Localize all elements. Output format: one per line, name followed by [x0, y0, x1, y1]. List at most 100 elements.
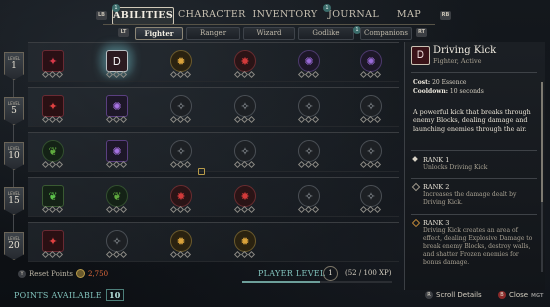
- level-tag-1: LEVEL 1: [4, 52, 24, 80]
- skill-node[interactable]: ✧: [356, 95, 384, 124]
- divider: [411, 178, 537, 179]
- tab-character[interactable]: CHARACTER: [178, 7, 245, 23]
- scroll-details-button[interactable]: R Scroll Details: [425, 291, 482, 299]
- skill-node[interactable]: ✸: [230, 50, 258, 79]
- skill-row-1: [28, 42, 399, 82]
- cost-label: Cost:: [413, 79, 431, 86]
- double-axe-icon: ✧: [360, 95, 382, 117]
- skill-node[interactable]: ✧: [166, 95, 194, 124]
- skill-node[interactable]: ✧: [294, 140, 322, 169]
- rb-button-hint[interactable]: RB: [440, 11, 451, 20]
- skill-node[interactable]: ✺: [102, 95, 130, 124]
- skill-node[interactable]: ✧: [294, 185, 322, 214]
- skill-node[interactable]: ✺: [356, 50, 384, 79]
- lb-button-hint[interactable]: LB: [96, 11, 107, 20]
- skill-node[interactable]: ✧: [230, 140, 258, 169]
- skill-row-4: [28, 177, 399, 217]
- ring-icon: ✧: [106, 230, 128, 252]
- watermark-logo: MGT: [531, 293, 544, 299]
- skill-node[interactable]: ❦: [38, 140, 66, 169]
- skill-node[interactable]: ✦: [38, 95, 66, 124]
- xp-text: (52 / 100 XP): [345, 269, 392, 277]
- figure-icon: ✺: [106, 95, 128, 117]
- skill-subtitle: Fighter, Active: [433, 57, 482, 65]
- subtab-fighter[interactable]: Fighter: [135, 27, 183, 40]
- rank-1: RANK 1 Unlocks Driving Kick: [411, 156, 537, 172]
- scroll-details-label: Scroll Details: [436, 291, 482, 299]
- skill-node[interactable]: ❦: [38, 185, 66, 214]
- rank-text: Increases the damage dealt by Driving Ki…: [423, 191, 517, 206]
- fist-grey-icon: ✧: [234, 140, 256, 162]
- strike-icon: ❦: [106, 185, 128, 207]
- rank-title: RANK 2: [423, 183, 450, 191]
- skill-node[interactable]: ✧: [294, 95, 322, 124]
- rank-2: RANK 2 Increases the damage dealt by Dri…: [411, 182, 537, 207]
- rank-text: Unlocks Driving Kick: [423, 164, 488, 171]
- level-value: 5: [11, 106, 17, 116]
- abilities-badge: 1: [112, 4, 120, 12]
- skill-node[interactable]: ✧: [102, 230, 130, 259]
- skill-node[interactable]: ✺: [294, 50, 322, 79]
- xp-bar: [242, 281, 392, 283]
- daggers-icon: ✧: [360, 140, 382, 162]
- essence-icon: [75, 269, 85, 278]
- detail-scrollbar[interactable]: [541, 82, 543, 272]
- kick-icon: Ꭰ: [106, 50, 128, 72]
- right-stick-icon: R: [425, 291, 433, 299]
- skill-detail-panel: Ꭰ Driving Kick Fighter, Active Cost: 20 …: [404, 42, 545, 290]
- subtab-ranger[interactable]: Ranger: [186, 27, 240, 40]
- level-value: 15: [8, 196, 20, 206]
- skill-node[interactable]: ❦: [102, 185, 130, 214]
- skill-node[interactable]: ✸: [230, 185, 258, 214]
- tab-journal[interactable]: JOURNAL: [328, 7, 379, 23]
- cooldown-label: Cooldown:: [413, 88, 448, 95]
- vine-icon: ❦: [42, 140, 64, 162]
- skill-node[interactable]: ✧: [356, 140, 384, 169]
- close-button[interactable]: B Close: [498, 291, 528, 299]
- cost-value: 20 Essence: [432, 79, 467, 86]
- skill-row-3: [28, 132, 399, 172]
- subtab-companions[interactable]: Companions: [360, 27, 412, 40]
- tab-map[interactable]: MAP: [392, 7, 426, 23]
- rank-text: Driving Kick creates an area of effect, …: [423, 227, 533, 266]
- skill-node-driving-kick[interactable]: Ꭰ: [102, 50, 130, 79]
- divider: [411, 214, 537, 215]
- skill-description: A powerful kick that breaks through enem…: [413, 108, 531, 133]
- lock-icon: [198, 168, 205, 175]
- level-value: 20: [8, 241, 20, 251]
- skill-row-5: [28, 222, 399, 262]
- close-label: Close: [509, 291, 529, 299]
- reset-points[interactable]: Y Reset Points 2,750: [18, 269, 108, 278]
- tab-inventory[interactable]: INVENTORY: [252, 7, 318, 23]
- skill-node[interactable]: ✺: [102, 140, 130, 169]
- aura-icon: ✹: [234, 230, 256, 252]
- skill-node[interactable]: ✧: [356, 185, 384, 214]
- scrollbar-thumb[interactable]: [541, 82, 543, 202]
- arcane-icon: ✺: [298, 50, 320, 72]
- skill-node[interactable]: ✸: [166, 185, 194, 214]
- subtab-wizard[interactable]: Wizard: [243, 27, 295, 40]
- skill-node[interactable]: ✦: [38, 50, 66, 79]
- driving-kick-icon: Ꭰ: [411, 46, 430, 65]
- level-tag-20: LEVEL 20: [4, 232, 24, 260]
- points-available: POINTS AVAILABLE 10: [14, 289, 124, 301]
- skill-cost: Cost: 20 Essence: [413, 79, 466, 86]
- player-level-value: 1: [323, 266, 338, 281]
- skill-node[interactable]: ✹: [230, 230, 258, 259]
- tab-abilities[interactable]: ABILITIES: [112, 7, 174, 25]
- xp-bar-fill: [242, 281, 320, 283]
- lt-button-hint[interactable]: LT: [118, 28, 129, 37]
- rt-button-hint[interactable]: RT: [416, 28, 427, 37]
- burst-icon: ✹: [170, 50, 192, 72]
- subtab-godlike[interactable]: Godlike: [298, 27, 354, 40]
- blood-icon: ✸: [234, 185, 256, 207]
- skill-node[interactable]: ✧: [230, 95, 258, 124]
- whirl-icon: ✦: [42, 95, 64, 117]
- level-value: 1: [11, 61, 17, 71]
- skill-node[interactable]: ✹: [166, 230, 194, 259]
- rank-title: RANK 3: [423, 219, 450, 227]
- skill-node[interactable]: ✹: [166, 50, 194, 79]
- skill-node[interactable]: ✦: [38, 230, 66, 259]
- skill-node[interactable]: ✧: [166, 140, 194, 169]
- essence-value: 2,750: [87, 269, 109, 278]
